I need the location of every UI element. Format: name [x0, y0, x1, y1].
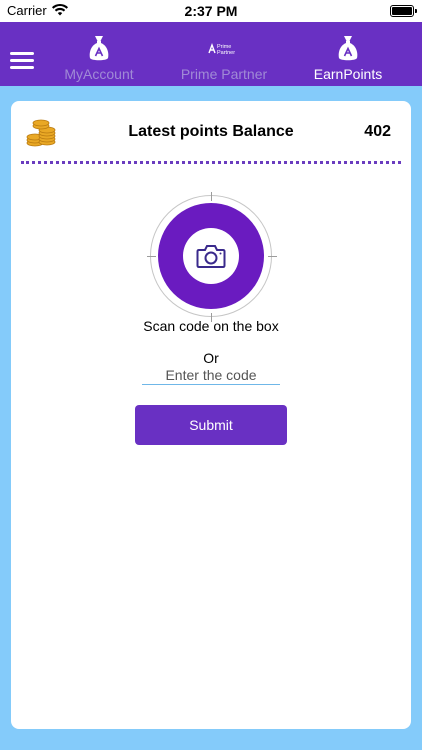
hamburger-menu-icon[interactable]: [10, 52, 34, 70]
tab-myaccount-label: MyAccount: [64, 66, 134, 82]
scan-inner-circle: [183, 228, 239, 284]
tab-myaccount[interactable]: MyAccount: [58, 34, 140, 84]
submit-button[interactable]: Submit: [135, 405, 287, 445]
tab-prime-partner[interactable]: Prime Partner Prime Partner: [174, 34, 274, 84]
dotted-divider: [21, 161, 401, 164]
tab-prime-partner-label: Prime Partner: [180, 66, 268, 82]
money-bag-icon: [89, 36, 109, 61]
top-nav-bar: MyAccount Prime Partner Prime Partner Ea…: [0, 22, 422, 86]
balance-label: Latest points Balance: [128, 123, 294, 140]
earn-points-card: Latest points Balance 402 Scan code on t…: [11, 101, 411, 729]
scan-code-button[interactable]: [147, 192, 277, 322]
camera-icon: [196, 245, 226, 268]
battery-icon: [390, 5, 417, 17]
svg-text:Partner: Partner: [217, 50, 235, 56]
or-label: Or: [203, 350, 219, 366]
status-time: 2:37 PM: [184, 3, 238, 19]
tab-earnpoints[interactable]: EarnPoints: [306, 34, 390, 84]
scan-instruction: Scan code on the box: [143, 318, 279, 334]
money-bag-icon: [338, 36, 358, 61]
prime-partner-logo: Prime Partner: [207, 34, 241, 62]
balance-value: 402: [364, 123, 391, 140]
tab-earnpoints-label: EarnPoints: [313, 66, 383, 82]
code-input[interactable]: [142, 366, 280, 385]
status-bar: Carrier 2:37 PM: [0, 0, 422, 22]
